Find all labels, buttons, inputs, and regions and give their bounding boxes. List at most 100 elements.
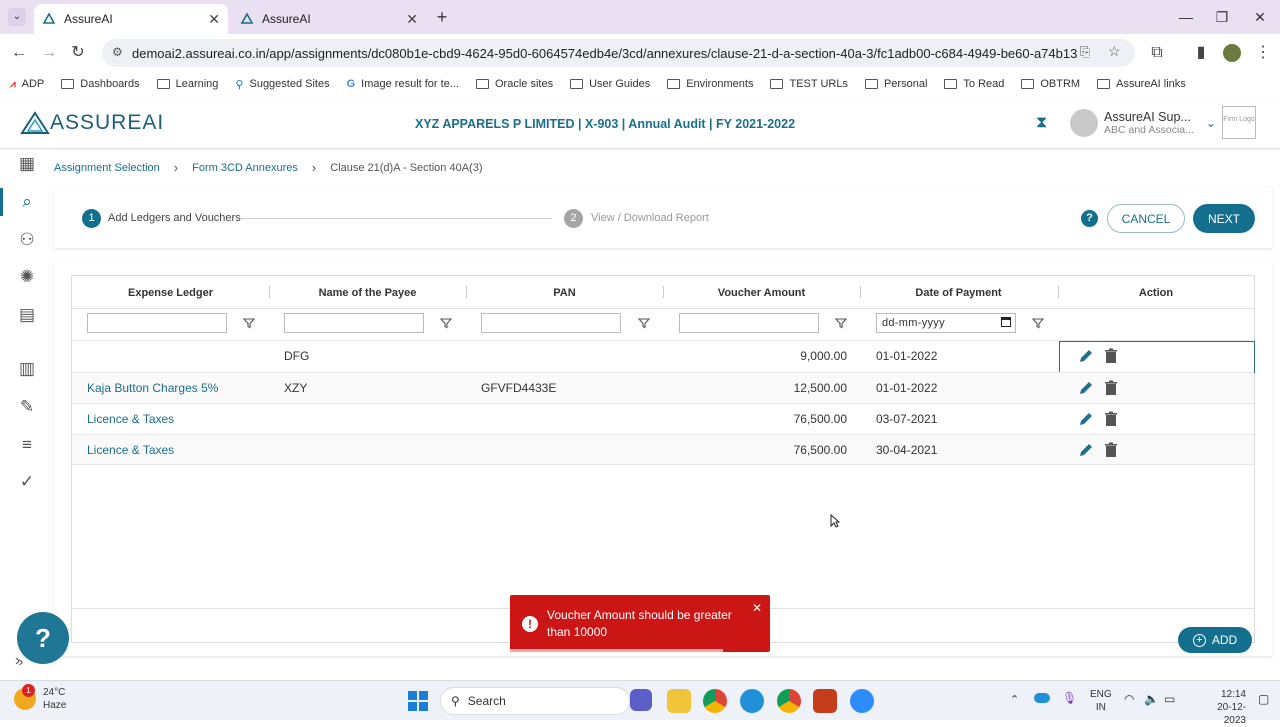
building-icon[interactable]: ▥ xyxy=(14,356,40,382)
taskbar-search[interactable]: ⚲ Search xyxy=(440,687,630,715)
edit-pencil-icon[interactable] xyxy=(1077,441,1095,459)
install-app-icon[interactable]: ⎘ xyxy=(1080,44,1090,60)
bookmark-to-read[interactable]: To Read xyxy=(944,78,1004,90)
edit-pencil-icon[interactable] xyxy=(1077,379,1095,397)
weather-widget[interactable]: 1 24°C Haze xyxy=(14,684,66,712)
bookmark-suggested-sites[interactable]: ⚲ Suggested Sites xyxy=(235,78,329,91)
check-circle-icon[interactable]: ✓ xyxy=(14,469,40,495)
minimize-icon[interactable]: — xyxy=(1174,6,1198,28)
close-window-icon[interactable]: ✕ xyxy=(1248,6,1272,28)
extensions-icon[interactable]: ⧉ xyxy=(1146,42,1168,64)
windows-start-icon[interactable] xyxy=(408,691,428,711)
column-header-pan[interactable]: PAN xyxy=(466,276,663,309)
clock[interactable]: 12:14 20-12-2023 xyxy=(1198,688,1246,727)
close-tab-icon[interactable]: ✕ xyxy=(208,11,220,28)
delete-trash-icon[interactable] xyxy=(1102,410,1120,428)
new-tab-icon[interactable]: + xyxy=(430,6,454,28)
chevron-right-icon[interactable]: › xyxy=(15,652,20,670)
table-row[interactable]: Kaja Button Charges 5% XZY GFVFD4433E 12… xyxy=(72,372,1254,403)
profile-avatar[interactable] xyxy=(1223,44,1241,62)
help-circle-icon[interactable]: ? xyxy=(1081,210,1098,227)
browser-tab-2[interactable]: AssureAI ✕ xyxy=(232,4,426,34)
back-icon[interactable]: ← xyxy=(8,42,30,64)
show-hidden-icons[interactable]: ⌃ xyxy=(1010,693,1019,706)
cell-expense-ledger[interactable]: Licence & Taxes xyxy=(87,443,174,457)
bookmark-assureai-links[interactable]: AssureAI links xyxy=(1097,78,1186,90)
bookmark-adp[interactable]: ⩘ ADP xyxy=(10,78,44,90)
delete-trash-icon[interactable] xyxy=(1102,379,1120,397)
assureai-logo[interactable]: ASSUREAI xyxy=(20,111,164,135)
bookmark-star-icon[interactable]: ☆ xyxy=(1108,43,1121,60)
checklist-icon[interactable]: ≡ xyxy=(14,432,40,458)
document-icon[interactable]: ▤ xyxy=(14,302,40,328)
microphone-icon[interactable]: 🎙 xyxy=(1062,691,1077,705)
browser-menu-icon[interactable]: ⋮ xyxy=(1252,42,1274,64)
filter-funnel-icon[interactable] xyxy=(835,317,847,329)
delete-trash-icon[interactable] xyxy=(1102,441,1120,459)
cell-expense-ledger[interactable]: Licence & Taxes xyxy=(87,412,174,426)
filter-funnel-icon[interactable] xyxy=(1032,317,1044,329)
powerpoint-icon[interactable] xyxy=(813,689,837,713)
close-tab-icon[interactable]: ✕ xyxy=(406,11,418,28)
edge-icon[interactable] xyxy=(740,689,764,713)
onedrive-icon[interactable] xyxy=(1034,693,1050,703)
close-toast-icon[interactable]: ✕ xyxy=(752,601,762,615)
users-icon[interactable]: ⚇ xyxy=(14,227,40,253)
file-explorer-icon[interactable] xyxy=(667,689,691,713)
filter-funnel-icon[interactable] xyxy=(243,317,255,329)
add-button[interactable]: + ADD xyxy=(1178,627,1252,653)
bug-icon[interactable]: ✺ xyxy=(14,264,40,290)
calendar-icon[interactable] xyxy=(1001,317,1011,327)
table-row[interactable]: Licence & Taxes 76,500.00 30-04-2021 xyxy=(72,434,1254,465)
breadcrumb-assignment-selection[interactable]: Assignment Selection xyxy=(54,162,160,174)
bookmark-environments[interactable]: Environments xyxy=(667,78,753,90)
side-panel-icon[interactable]: ▮ xyxy=(1190,42,1212,64)
cancel-button[interactable]: CANCEL xyxy=(1107,204,1185,233)
teams-chat-icon[interactable] xyxy=(630,689,652,711)
table-row[interactable]: Licence & Taxes 76,500.00 03-07-2021 xyxy=(72,403,1254,434)
column-header-date-of-payment[interactable]: Date of Payment xyxy=(860,276,1057,309)
forward-icon[interactable]: → xyxy=(38,42,60,64)
bookmark-user-guides[interactable]: User Guides xyxy=(570,78,650,90)
battery-icon[interactable]: ▭ xyxy=(1164,692,1175,706)
audit-search-icon[interactable]: ⌕ xyxy=(14,189,40,215)
address-bar[interactable]: ⚙ demoai2.assureai.co.in/app/assignments… xyxy=(102,39,1135,67)
hourglass-icon[interactable]: ⧗ xyxy=(1036,114,1047,132)
breadcrumb-form-3cd-annexures[interactable]: Form 3CD Annexures xyxy=(192,162,298,174)
settings-pen-icon[interactable]: ✎ xyxy=(14,394,40,420)
wifi-icon[interactable]: ◠ xyxy=(1124,692,1134,706)
chrome-icon[interactable] xyxy=(703,689,727,713)
filter-funnel-icon[interactable] xyxy=(440,317,452,329)
bookmark-personal[interactable]: Personal xyxy=(864,78,927,90)
filter-funnel-icon[interactable] xyxy=(638,317,650,329)
column-header-payee[interactable]: Name of the Payee xyxy=(269,276,466,309)
edit-pencil-icon[interactable] xyxy=(1077,347,1095,365)
browser-tab-1[interactable]: AssureAI ✕ xyxy=(34,4,228,34)
next-button[interactable]: NEXT xyxy=(1193,204,1255,233)
volume-icon[interactable]: 🔈 xyxy=(1144,692,1159,706)
maximize-icon[interactable]: ❐ xyxy=(1210,6,1234,28)
filter-voucher-amount[interactable] xyxy=(679,313,819,333)
notification-icon[interactable]: ▢ xyxy=(1258,692,1269,706)
help-button[interactable]: ? xyxy=(17,612,69,664)
bookmark-obtrm[interactable]: OBTRM xyxy=(1021,78,1080,90)
table-row[interactable]: DFG 9,000.00 01-01-2022 xyxy=(72,340,1255,373)
filter-date-of-payment[interactable]: dd-mm-yyyy xyxy=(876,313,1016,333)
user-menu[interactable]: AssureAI Sup... ABC and Associa... ⌄ xyxy=(1070,109,1216,137)
chrome-profile-icon[interactable] xyxy=(777,689,801,713)
cell-expense-ledger[interactable]: Kaja Button Charges 5% xyxy=(87,381,218,395)
column-header-voucher-amount[interactable]: Voucher Amount xyxy=(663,276,860,309)
dashboard-icon[interactable]: ▦ xyxy=(14,151,40,177)
site-info-icon[interactable]: ⚙ xyxy=(112,45,123,59)
bookmark-oracle-sites[interactable]: Oracle sites xyxy=(476,78,553,90)
edit-pencil-icon[interactable] xyxy=(1077,410,1095,428)
zoom-icon[interactable] xyxy=(850,689,874,713)
filter-expense-ledger[interactable] xyxy=(87,313,227,333)
column-header-expense-ledger[interactable]: Expense Ledger xyxy=(72,276,269,309)
bookmark-dashboards[interactable]: Dashboards xyxy=(61,78,140,90)
language-indicator[interactable]: ENG IN xyxy=(1090,688,1112,714)
filter-payee[interactable] xyxy=(284,313,424,333)
reload-icon[interactable]: ↻ xyxy=(67,42,89,64)
bookmark-image-result[interactable]: G Image result for te... xyxy=(347,78,459,90)
bookmark-test-urls[interactable]: TEST URLs xyxy=(770,78,848,90)
